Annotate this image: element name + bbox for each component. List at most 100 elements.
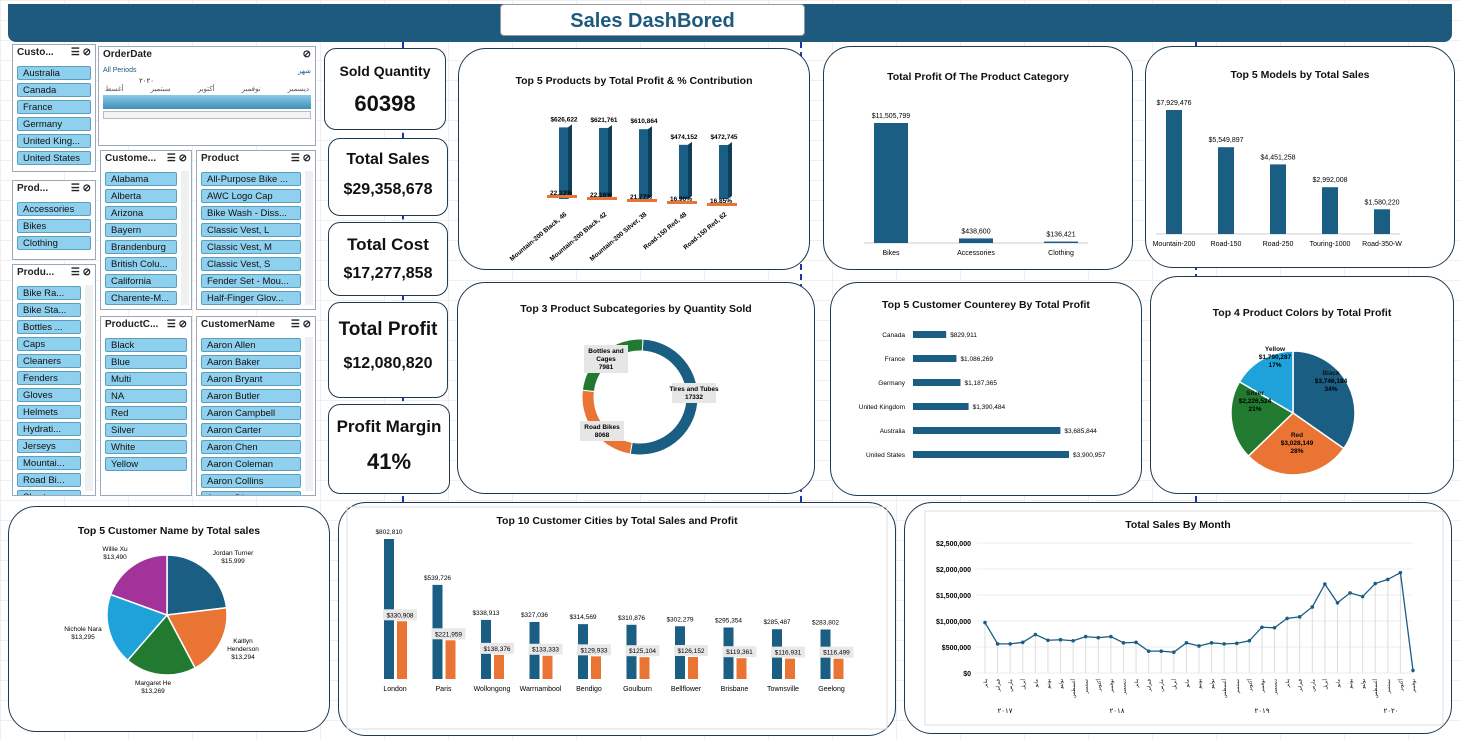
tick-label: يوليو [1210,678,1216,689]
timeline-month[interactable]: أكتوبر [198,85,215,93]
timeline-bar[interactable] [103,95,311,109]
slicer-item[interactable]: Aaron Butler [201,389,301,403]
data-label: Silver [1246,390,1264,397]
slicer-item[interactable]: Half-Finger Glov... [201,291,301,305]
slicer-customer-country[interactable]: Custo... ☰ ⊘ Australia Canada France Germany… [12,44,96,172]
slicer-item[interactable]: Silver [105,423,187,437]
slicer-item[interactable]: Caps [17,337,81,351]
timeline-month[interactable]: سبتمبر [151,85,171,93]
timeline-order-date[interactable]: OrderDate ⊘ All Periods شهر ٢٠٢٠ أغسط سبتمب… [98,46,316,146]
slicer-item[interactable]: Yellow [105,457,187,471]
multi-select-icon[interactable]: ☰ ⊘ [291,153,311,167]
slicer-item[interactable]: California [105,274,177,288]
slicer-item[interactable]: Fenders [17,371,81,385]
slicer-item[interactable]: Alabama [105,172,177,186]
slicer-item[interactable]: United King... [17,134,91,148]
data-point [1222,642,1226,646]
slicer-item[interactable]: Clothing [17,236,91,250]
scrollbar[interactable] [85,285,93,491]
multi-select-icon[interactable]: ☰ ⊘ [167,319,187,333]
multi-select-icon[interactable]: ☰ ⊘ [291,319,311,333]
slicer-item[interactable]: White [105,440,187,454]
slicer-item[interactable]: Germany [17,117,91,131]
slicer-item[interactable]: Classic Vest, M [201,240,301,254]
slicer-item[interactable]: NA [105,389,187,403]
slicer-item[interactable]: Classic Vest, S [201,257,301,271]
kpi-total-sales: Total Sales $29,358,678 [328,138,448,216]
slicer-item[interactable]: Red [105,406,187,420]
slicer-product[interactable]: Product ☰ ⊘ All-Purpose Bike ... AWC Logo … [196,150,316,310]
scrollbar[interactable] [305,171,313,305]
bar-profit [736,658,747,679]
tick-label: United States [866,452,906,459]
slicer-item[interactable]: Fender Set - Mou... [201,274,301,288]
slicer-item[interactable]: Bike Ra... [17,286,81,300]
slicer-item[interactable]: Aaron Bryant [201,372,301,386]
slicer-item[interactable]: Blue [105,355,187,369]
slicer-item[interactable]: Road Bi... [17,473,81,487]
bar [913,427,1061,434]
slicer-customer-name[interactable]: CustomerName ☰ ⊘ Aaron Allen Aaron Baker Aa… [196,316,316,496]
slicer-item[interactable]: British Colu... [105,257,177,271]
multi-select-icon[interactable]: ☰ ⊘ [71,183,91,197]
slicer-item[interactable]: Aaron Campbell [201,406,301,420]
slicer-item[interactable]: Gloves [17,388,81,402]
slicer-item[interactable]: Aaron Collins [201,474,301,488]
slicer-item[interactable]: Bike Sta... [17,303,81,317]
slicer-item[interactable]: Classic Vest, L [201,223,301,237]
slicer-item[interactable]: United States [17,151,91,165]
slicer-item[interactable]: France [17,100,91,114]
slicer-item[interactable]: Alberta [105,189,177,203]
multi-select-icon[interactable]: ☰ ⊘ [71,47,91,61]
slicer-item[interactable]: Black [105,338,187,352]
bar-profit [785,658,795,679]
slicer-item[interactable]: Charente-M... [105,291,177,305]
slicer-item[interactable]: Hydrati... [17,422,81,436]
slicer-item[interactable]: Brandenburg [105,240,177,254]
slicer-item[interactable]: Australia [17,66,91,80]
slicer-product-subcategory[interactable]: Produ... ☰ ⊘ Bike Ra... Bike Sta... Bottles… [12,264,96,496]
timeline-month[interactable]: ديسمبر [288,85,309,93]
multi-select-icon[interactable]: ☰ ⊘ [71,267,91,281]
slicer-item[interactable]: Aaron Carter [201,423,301,437]
slicer-item[interactable]: Jerseys [17,439,81,453]
slicer-customer-state[interactable]: Custome... ☰ ⊘ Alabama Alberta Arizona Bayer… [100,150,192,310]
slicer-product-color[interactable]: ProductC... ☰ ⊘ Black Blue Multi NA Red Silver… [100,316,192,496]
slicer-item[interactable]: Aaron Chen [201,440,301,454]
bar-profit [397,621,407,679]
scrollbar[interactable] [305,337,313,491]
tick-label: Bikes [882,250,900,257]
slicer-item[interactable]: Mountai... [17,456,81,470]
slicer-item[interactable]: Arizona [105,206,177,220]
slicer-product-category[interactable]: Prod... ☰ ⊘ Accessories Bikes Clothing [12,180,96,260]
slicer-item[interactable]: Aaron Allen [201,338,301,352]
slicer-item[interactable]: Shorts [17,490,81,495]
kpi-value: 41% [366,449,412,474]
slicer-item[interactable]: AWC Logo Cap [201,189,301,203]
slicer-item[interactable]: Bottles ... [17,320,81,334]
scrollbar[interactable] [181,171,189,305]
slicer-item[interactable]: Accessories [17,202,91,216]
slicer-item[interactable]: Cleaners [17,354,81,368]
period-level-select[interactable]: شهر [298,67,311,75]
slicer-item[interactable]: Canada [17,83,91,97]
multi-select-icon[interactable]: ☰ ⊘ [167,153,187,167]
filter-clear-icon[interactable]: ⊘ [303,49,311,63]
slicer-item[interactable]: Aaron Baker [201,355,301,369]
timeline-month[interactable]: نوفمبر [242,85,261,93]
data-label: $4,451,258 [1260,154,1295,161]
slicer-item[interactable]: Bike Wash - Diss... [201,206,301,220]
slicer-item[interactable]: Helmets [17,405,81,419]
data-point [1272,625,1277,630]
slicer-item[interactable]: All-Purpose Bike ... [201,172,301,186]
slicer-item[interactable]: Aaron Coleman [201,457,301,471]
timeline-year: ٢٠٢٠ [139,78,155,85]
slicer-item[interactable]: Bikes [17,219,91,233]
slicer-item[interactable]: Multi [105,372,187,386]
timeline-month[interactable]: أغسط [105,85,124,93]
slicer-item[interactable]: Bayern [105,223,177,237]
timeline-scrollbar[interactable] [103,111,311,119]
tick-label: أكتوبر [1094,678,1102,692]
slicer-item[interactable]: Aaron Diaz [201,491,301,495]
year-label: ٢٠٢٠ [1383,708,1398,715]
